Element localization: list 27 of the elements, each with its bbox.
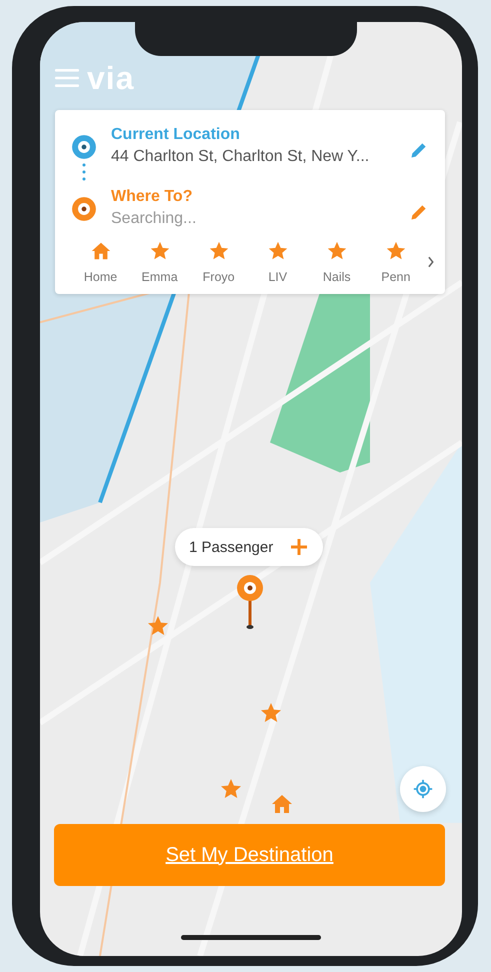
star-icon [208, 240, 230, 262]
favorite-place-item[interactable]: Emma [130, 240, 190, 284]
favorite-place-item[interactable]: Nails [307, 240, 366, 284]
route-label: Where To? [111, 188, 194, 206]
plus-icon [289, 537, 310, 557]
star-icon [384, 240, 407, 262]
destination-pin-icon [235, 574, 265, 630]
favorite-place-item[interactable]: LIV [248, 240, 308, 284]
route-label: Current Location [111, 126, 241, 144]
menu-icon[interactable] [55, 68, 79, 88]
locate-icon [412, 778, 434, 800]
favorite-place-item[interactable]: Froyo [189, 240, 248, 284]
favorite-place-item[interactable]: Penn [366, 240, 426, 284]
star-icon [326, 240, 348, 262]
passenger-count-button[interactable]: 1 Passenger [175, 528, 324, 566]
origin-marker-icon [71, 134, 97, 160]
star-icon [148, 240, 171, 262]
home-icon [90, 240, 112, 262]
home-pin-icon[interactable] [270, 792, 294, 816]
destination-marker-icon [71, 196, 97, 222]
route-value[interactable]: 44 Charlton St, Charlton St, New Y... [111, 148, 395, 166]
chevron-right-icon[interactable] [427, 256, 435, 268]
dotted-connector-icon [82, 162, 86, 182]
route-value[interactable]: Searching... [111, 210, 395, 228]
favorite-place-item[interactable]: Home [71, 240, 130, 284]
star-icon [266, 240, 289, 262]
set-destination-button[interactable]: Set My Destination [54, 824, 445, 886]
